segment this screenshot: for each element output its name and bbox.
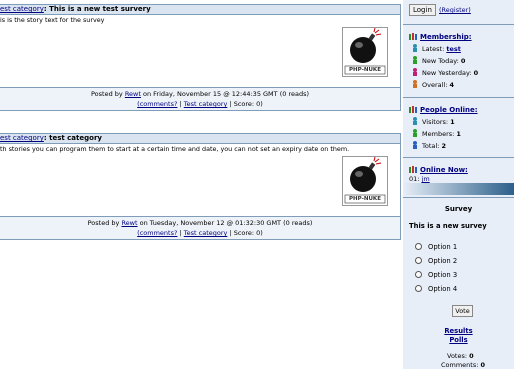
- block-gradient: [403, 183, 514, 195]
- person-icon: [413, 80, 417, 88]
- story-text: th stories you can program them to start…: [0, 145, 350, 153]
- overall-members: Overall: 4: [411, 80, 454, 89]
- story-title-bar: est category: test category: [0, 133, 401, 144]
- person-icon: [413, 56, 417, 64]
- radio-button[interactable]: [415, 271, 422, 278]
- latest-user-link[interactable]: test: [446, 45, 461, 53]
- comments-link[interactable]: (comments?: [137, 100, 177, 108]
- survey-option-1[interactable]: Option 1: [415, 243, 457, 251]
- votes-stat: Votes: 0: [447, 352, 474, 360]
- divider: [403, 197, 514, 198]
- vote-button[interactable]: Vote: [452, 305, 473, 317]
- story-score: Score: 0): [233, 229, 263, 237]
- category-link[interactable]: Test category: [184, 229, 228, 237]
- story-1: est category: This is a new test survery…: [0, 4, 401, 111]
- survey-question: This is a new survey: [409, 222, 487, 230]
- login-button[interactable]: Login: [409, 4, 436, 16]
- php-nuke-logo: PHP-NUKE: [342, 27, 388, 77]
- author-link[interactable]: Rewt: [121, 219, 137, 227]
- radio-button[interactable]: [415, 243, 422, 250]
- comments-stat: Comments: 0: [441, 361, 486, 369]
- author-link[interactable]: Rewt: [125, 90, 141, 98]
- comments-link[interactable]: (comments?: [137, 229, 177, 237]
- story-column: est category: This is a new test survery…: [0, 0, 401, 369]
- new-yesterday: New Yesterday: 0: [411, 68, 478, 77]
- person-icon: [413, 117, 417, 125]
- logo-text: PHP-NUKE: [349, 67, 381, 73]
- story-text: is is the story text for the survey: [0, 16, 105, 24]
- radio-button[interactable]: [415, 285, 422, 292]
- survey-option-4[interactable]: Option 4: [415, 285, 457, 293]
- total-count: Total: 2: [411, 141, 446, 150]
- person-icon: [413, 129, 417, 137]
- members-count: Members: 1: [411, 129, 461, 138]
- story-title-bar: est category: This is a new test survery: [0, 4, 401, 15]
- story-footer: Posted by Rewt on Friday, November 15 @ …: [0, 87, 401, 111]
- person-icon: [413, 44, 417, 52]
- latest-member: Latest: test: [411, 44, 461, 53]
- divider: [403, 97, 514, 98]
- visitors-count: Visitors: 1: [411, 117, 455, 126]
- story-footer: Posted by Rewt on Tuesday, November 12 @…: [0, 216, 401, 240]
- divider: [403, 157, 514, 158]
- story-title: test category: [49, 134, 102, 142]
- polls-link[interactable]: Polls: [403, 336, 514, 344]
- story-date: on Friday, November 15 @ 12:44:35 GMT (0…: [142, 90, 310, 98]
- people-icon: [409, 106, 417, 113]
- story-body: th stories you can program them to start…: [0, 144, 401, 216]
- php-nuke-logo: PHP-NUKE: [342, 156, 388, 206]
- online-now-entry: 01: jm: [409, 175, 430, 183]
- people-icon: [409, 33, 417, 40]
- category-link[interactable]: Test category: [184, 100, 228, 108]
- story-title: This is a new test survery: [49, 5, 151, 13]
- register-link[interactable]: (Register): [439, 6, 471, 14]
- survey-option-2[interactable]: Option 2: [415, 257, 457, 265]
- divider: [403, 24, 514, 25]
- story-2: est category: test category th stories y…: [0, 133, 401, 240]
- online-user-link[interactable]: jm: [422, 175, 430, 183]
- logo-text: PHP-NUKE: [349, 196, 381, 202]
- people-online-heading[interactable]: People Online:: [409, 105, 478, 114]
- person-icon: [413, 141, 417, 149]
- person-icon: [413, 68, 417, 76]
- membership-heading[interactable]: Membership:: [409, 32, 472, 41]
- online-now-heading[interactable]: Online Now:: [409, 165, 468, 174]
- survey-option-3[interactable]: Option 3: [415, 271, 457, 279]
- posted-by-label: Posted by: [90, 90, 123, 98]
- right-sidebar: Login (Register) Membership: Latest: tes…: [403, 0, 514, 369]
- story-topic-link[interactable]: est category: [0, 134, 44, 142]
- story-score: Score: 0): [233, 100, 263, 108]
- survey-heading: Survey: [444, 205, 473, 213]
- story-topic-link[interactable]: est category: [0, 5, 44, 13]
- story-body: is is the story text for the survey PHP-…: [0, 15, 401, 87]
- radio-button[interactable]: [415, 257, 422, 264]
- story-date: on Tuesday, November 12 @ 01:32:30 GMT (…: [139, 219, 313, 227]
- new-today: New Today: 0: [411, 56, 465, 65]
- results-link[interactable]: Results: [403, 327, 514, 335]
- posted-by-label: Posted by: [87, 219, 120, 227]
- people-icon: [409, 166, 417, 173]
